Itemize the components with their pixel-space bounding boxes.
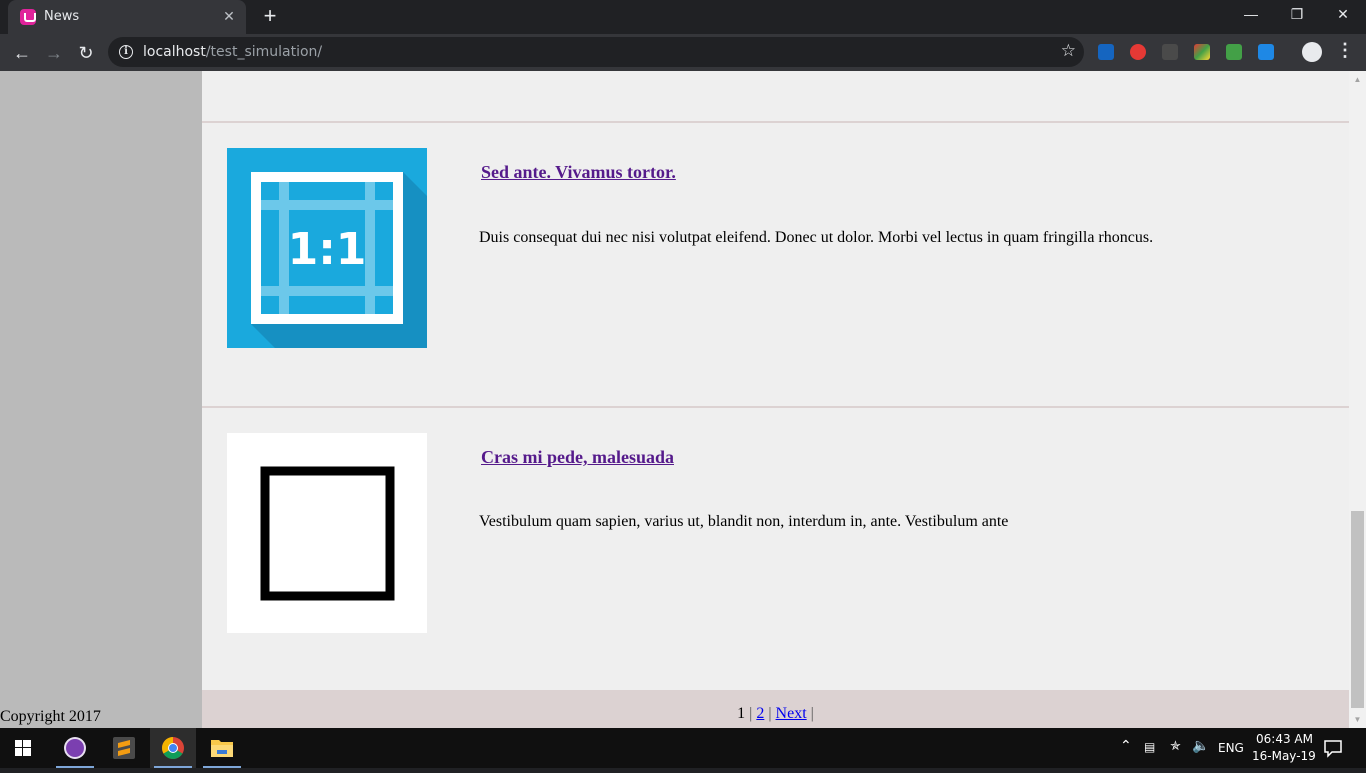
next-page-link[interactable]: Next — [776, 705, 807, 722]
ratio-label: 1:1 — [288, 224, 367, 275]
notification-icon[interactable] — [1323, 738, 1343, 758]
post-body: Vestibulum quam sapien, varius ut, bland… — [479, 513, 1009, 530]
back-arrow-icon[interactable]: ← — [8, 39, 36, 67]
scroll-up-arrow-icon[interactable]: ▲ — [1349, 71, 1366, 88]
sidebar: Copyright 2017 — [0, 71, 202, 728]
taskbar-app-chrome[interactable] — [150, 728, 196, 768]
sublime-text-icon — [113, 737, 135, 759]
vertical-scrollbar[interactable]: ▲ ▼ — [1349, 71, 1366, 728]
taskbar-app-purple[interactable] — [52, 728, 98, 768]
url-text[interactable]: localhost/test_simulation/ — [143, 44, 322, 60]
forward-arrow-icon[interactable]: → — [40, 39, 68, 67]
windows-taskbar: ⌃ ▤ ✯ 🔈 ENG 06:43 AM 16-May-19 — [0, 728, 1366, 768]
profile-avatar[interactable] — [1302, 42, 1322, 62]
start-button[interactable] — [0, 728, 46, 768]
page-current: 1 — [737, 705, 746, 722]
divider — [202, 406, 1349, 408]
language-indicator[interactable]: ENG — [1218, 741, 1244, 755]
page-viewport: Copyright 2017 1:1 Sed ante. Vivamus tor… — [0, 71, 1366, 728]
address-bar[interactable]: i localhost/test_simulation/ ☆ — [108, 37, 1084, 67]
tab-title: News — [44, 9, 80, 24]
minimize-button[interactable]: — — [1228, 0, 1274, 30]
divider — [202, 121, 1349, 123]
page-separator: | — [810, 705, 814, 722]
extension-dark-icon[interactable] — [1162, 44, 1178, 60]
bookmark-star-icon[interactable]: ☆ — [1061, 41, 1076, 61]
taskbar-app-sublime[interactable] — [101, 728, 147, 768]
tab-close-icon[interactable]: ✕ — [220, 7, 238, 25]
purple-app-icon — [64, 737, 86, 759]
square-outline-icon — [260, 466, 395, 601]
post-body: Duis consequat dui nec nisi volutpat ele… — [479, 229, 1154, 246]
wifi-icon[interactable]: ✯ — [1170, 739, 1181, 754]
battery-icon[interactable]: ▤ — [1144, 740, 1155, 754]
restore-button[interactable]: ❐ — [1274, 0, 1320, 30]
page-2-link[interactable]: 2 — [756, 705, 764, 722]
reload-icon[interactable]: ↻ — [72, 39, 100, 67]
clock-date[interactable]: 16-May-19 — [1252, 749, 1316, 763]
copyright-text: Copyright 2017 — [0, 708, 101, 725]
aspect-ratio-icon: 1:1 — [251, 172, 427, 348]
post-thumbnail[interactable] — [227, 433, 427, 633]
site-favicon-icon — [20, 9, 36, 25]
tray-chevron-up-icon[interactable]: ⌃ — [1120, 738, 1132, 754]
post-thumbnail[interactable]: 1:1 — [227, 148, 427, 348]
window-close-button[interactable]: ✕ — [1320, 0, 1366, 30]
post-title-link[interactable]: Sed ante. Vivamus tortor. — [481, 162, 676, 183]
pagination: 1 | 2 | Next | — [202, 690, 1349, 728]
tab-news[interactable]: News ✕ — [8, 0, 246, 34]
main-content: 1:1 Sed ante. Vivamus tortor. Duis conse… — [202, 71, 1349, 728]
scroll-down-arrow-icon[interactable]: ▼ — [1349, 711, 1366, 728]
page-separator: | — [749, 705, 753, 722]
new-tab-button[interactable]: + — [258, 5, 282, 29]
windows-logo-icon — [15, 740, 31, 756]
folder-icon — [211, 740, 233, 757]
extension-colorful-icon[interactable] — [1194, 44, 1210, 60]
post-title-link[interactable]: Cras mi pede, malesuada — [481, 447, 674, 468]
extension-j-icon[interactable] — [1098, 44, 1114, 60]
browser-toolbar: ← → ↻ i localhost/test_simulation/ ☆ ⋮ — [0, 34, 1366, 71]
extension-hand-icon[interactable] — [1130, 44, 1146, 60]
taskbar-app-explorer[interactable] — [199, 728, 245, 768]
clock-time[interactable]: 06:43 AM — [1256, 732, 1313, 746]
site-info-icon[interactable]: i — [119, 45, 133, 59]
chrome-icon — [162, 737, 184, 759]
menu-kebab-icon[interactable]: ⋮ — [1336, 40, 1354, 61]
extension-download-blue-icon[interactable] — [1258, 44, 1274, 60]
browser-tabstrip: News ✕ + — ❐ ✕ — [0, 0, 1366, 34]
scrollbar-thumb[interactable] — [1351, 511, 1364, 708]
extension-download-green-icon[interactable] — [1226, 44, 1242, 60]
volume-icon[interactable]: 🔈 — [1192, 738, 1209, 754]
page-separator: | — [768, 705, 772, 722]
